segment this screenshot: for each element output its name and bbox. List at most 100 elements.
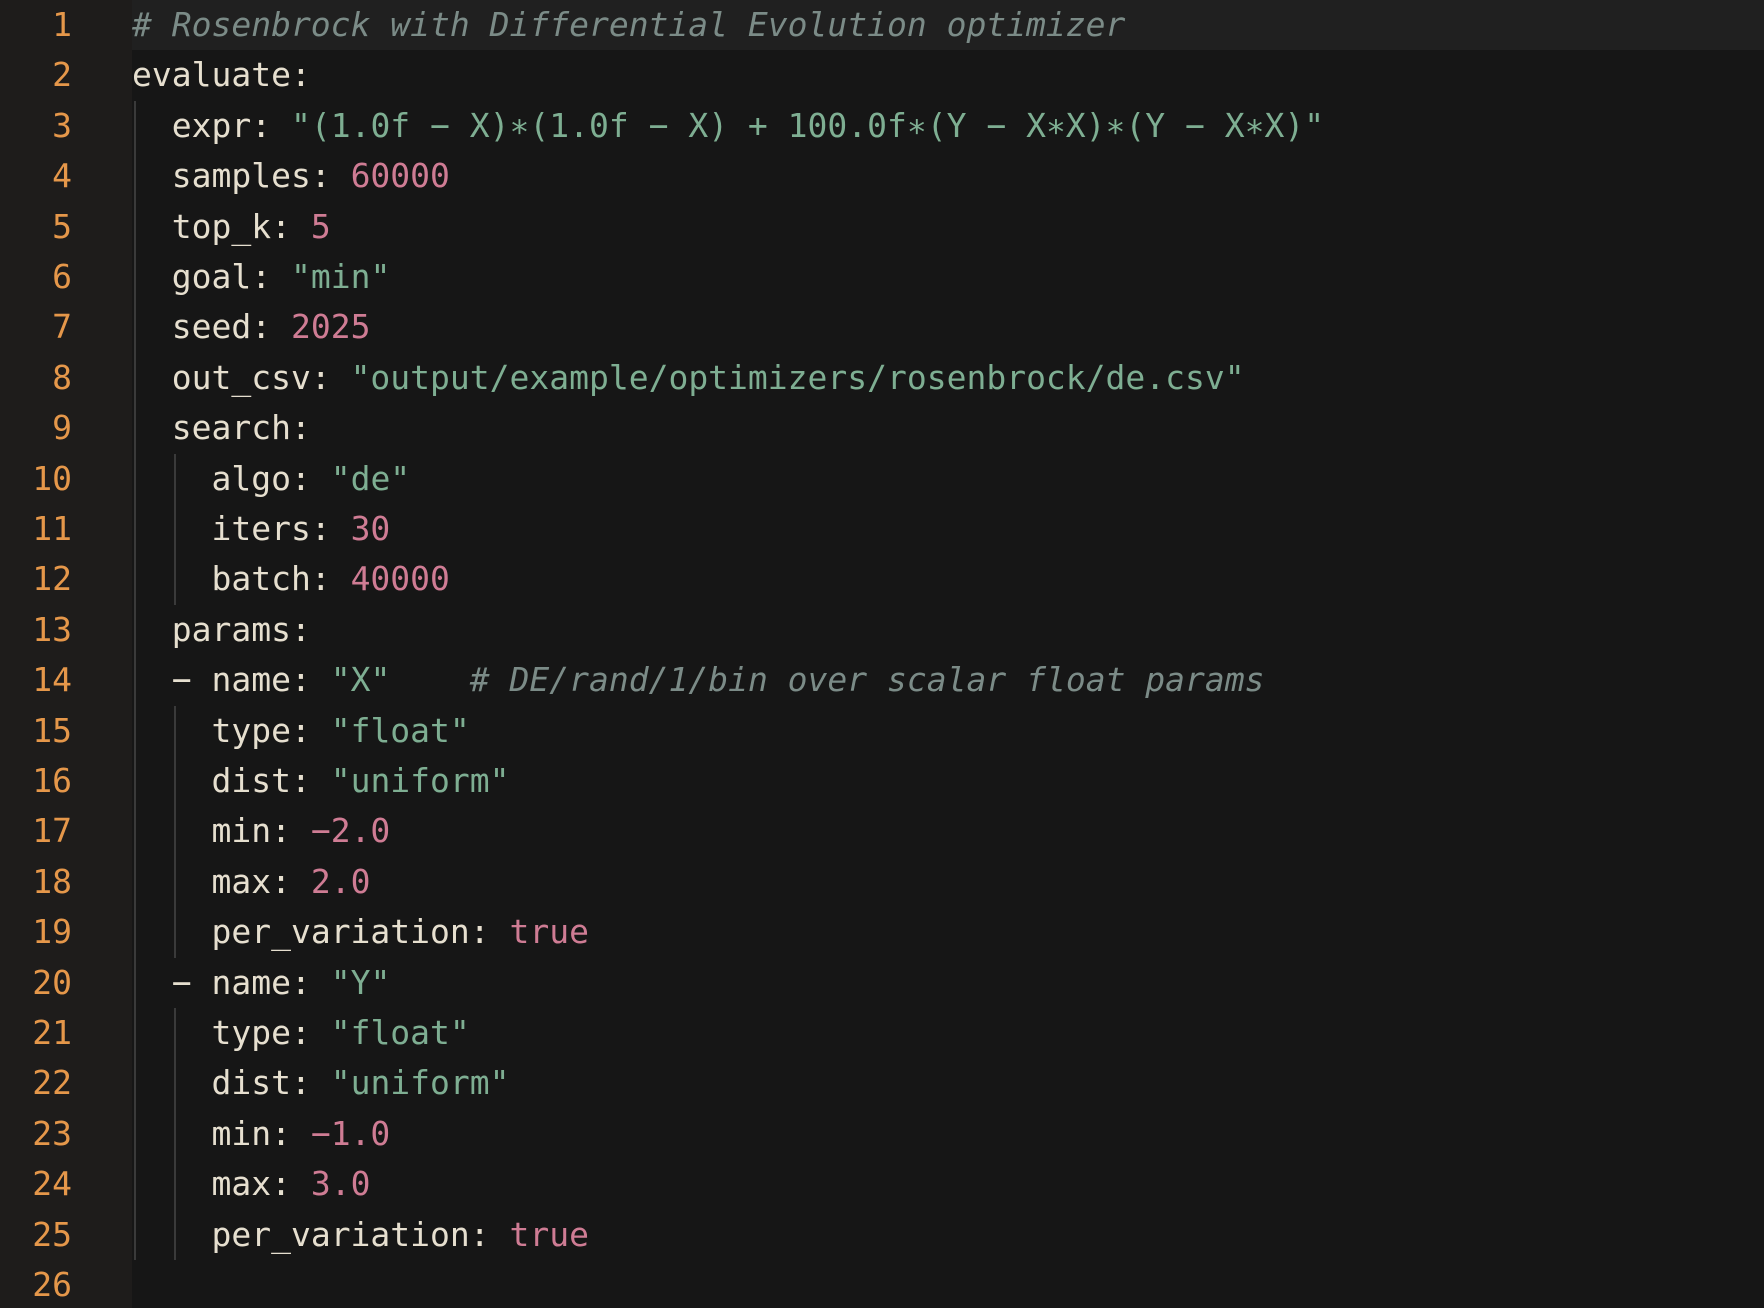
line-number: 4 [52, 156, 72, 196]
indent-guide [173, 705, 176, 958]
code-text: min: −1.0 [132, 1109, 1764, 1159]
code-line[interactable]: 20 − name: "Y" [0, 958, 1764, 1008]
token-key: max: [211, 861, 311, 901]
code-editor[interactable]: 1 # Rosenbrock with Differential Evolutio… [0, 0, 1764, 1308]
code-line[interactable]: 23 min: −1.0 [0, 1109, 1764, 1159]
token-key: seed: [171, 307, 291, 347]
line-number: 14 [32, 660, 72, 700]
token-string: "(1.0f − X)∗(1.0f − X) + 100.0f∗(Y − X∗X… [290, 105, 1325, 145]
line-number: 6 [52, 257, 72, 296]
line-number: 23 [32, 1113, 72, 1153]
code-line[interactable]: 25 per_variation: true [0, 1210, 1764, 1260]
code-text: − name: "Y" [132, 958, 1764, 1008]
token-key: algo: [211, 458, 331, 498]
token-key: dist: [211, 1063, 331, 1103]
token-key: type: [211, 1013, 331, 1052]
token-key: − name: [171, 962, 331, 1002]
code-text: dist: "uniform" [132, 756, 1764, 806]
token-key: expr: [171, 105, 291, 145]
code-line[interactable]: 9 search: [0, 403, 1764, 453]
code-line[interactable]: 10 algo: "de" [0, 454, 1764, 504]
token-string: "min" [290, 257, 391, 296]
code-line[interactable]: 16 dist: "uniform" [0, 756, 1764, 806]
line-number: 8 [52, 357, 72, 397]
code-line[interactable]: 4 samples: 60000 [0, 151, 1764, 201]
code-line[interactable]: 21 type: "float" [0, 1008, 1764, 1058]
token-key: per_variation: [211, 912, 510, 952]
line-number: 12 [32, 559, 72, 599]
code-line[interactable]: 22 dist: "uniform" [0, 1058, 1764, 1108]
code-line[interactable]: 2 evaluate: [0, 50, 1764, 100]
line-number: 17 [32, 811, 72, 851]
token-key: batch: [211, 559, 351, 599]
code-text: params: [132, 605, 1764, 655]
token-key: out_csv: [171, 357, 351, 397]
token-string: "X" [330, 660, 391, 700]
token-bool: true [509, 912, 589, 952]
token-key: evaluate: [132, 55, 311, 95]
token-key: top_k: [171, 206, 311, 246]
code-text: samples: 60000 [132, 151, 1764, 201]
line-number: 7 [52, 307, 72, 347]
code-line[interactable]: 24 max: 3.0 [0, 1159, 1764, 1209]
token-string: "de" [330, 458, 411, 498]
code-line[interactable]: 8 out_csv: "output/example/optimizers/ro… [0, 353, 1764, 403]
token-string: "output/example/optimizers/rosenbrock/de… [350, 357, 1245, 397]
code-line[interactable]: 15 type: "float" [0, 706, 1764, 756]
code-text: out_csv: "output/example/optimizers/rose… [132, 353, 1764, 403]
code-text: # Rosenbrock with Differential Evolution… [132, 0, 1764, 51]
line-number: 10 [32, 458, 72, 498]
code-text: per_variation: true [132, 907, 1764, 957]
code-line[interactable]: 18 max: 2.0 [0, 857, 1764, 907]
token-string: "float" [330, 1013, 470, 1052]
token-key: type: [211, 710, 331, 750]
line-number: 15 [32, 710, 72, 750]
line-number: 20 [32, 962, 72, 1002]
token-key: dist: [211, 761, 331, 800]
line-number: 25 [32, 1214, 72, 1254]
token-key: iters: [211, 509, 351, 548]
token-bool: true [509, 1214, 589, 1254]
token-comment: # DE/rand/1/bin over scalar float params [469, 660, 1265, 700]
code-text: search: [132, 403, 1764, 453]
line-number: 1 [52, 5, 72, 44]
code-line[interactable]: 5 top_k: 5 [0, 202, 1764, 252]
token-key: params: [171, 609, 311, 649]
token-string: "float" [330, 710, 470, 750]
code-line[interactable]: 12 batch: 40000 [0, 554, 1764, 604]
line-number: 2 [52, 55, 72, 95]
token-number: 30 [350, 509, 391, 548]
code-line[interactable]: 26 [0, 1260, 1764, 1308]
line-number: 24 [32, 1164, 72, 1204]
line-number: 19 [32, 912, 72, 952]
line-number: 21 [32, 1013, 72, 1052]
code-line[interactable]: 13 params: [0, 605, 1764, 655]
token-number: 40000 [350, 559, 450, 599]
code-text: seed: 2025 [132, 302, 1764, 352]
code-text: min: −2.0 [132, 806, 1764, 856]
code-line[interactable]: 17 min: −2.0 [0, 806, 1764, 856]
code-text: batch: 40000 [132, 554, 1764, 604]
code-line[interactable]: 1 # Rosenbrock with Differential Evolutio… [0, 0, 1764, 51]
line-number: 26 [32, 1265, 72, 1304]
token-number: 2.0 [310, 861, 371, 901]
token-number: −2.0 [310, 811, 391, 851]
line-number: 13 [32, 609, 72, 649]
token-key: − name: [171, 660, 331, 700]
token-number: 3.0 [310, 1164, 371, 1204]
code-text: top_k: 5 [132, 202, 1764, 252]
code-line[interactable]: 11 iters: 30 [0, 504, 1764, 554]
code-line[interactable]: 3 expr: "(1.0f − X)∗(1.0f − X) + 100.0f∗… [0, 101, 1764, 151]
line-number: 16 [32, 761, 72, 800]
code-line[interactable]: 7 seed: 2025 [0, 302, 1764, 352]
token-number: −1.0 [310, 1113, 391, 1153]
line-number: 22 [32, 1063, 72, 1103]
code-line[interactable]: 19 per_variation: true [0, 907, 1764, 957]
code-text: type: "float" [132, 706, 1764, 756]
token-comment: # Rosenbrock with Differential Evolution… [132, 5, 1126, 44]
code-line[interactable]: 14 − name: "X" # DE/rand/1/bin over scal… [0, 655, 1764, 705]
code-text: type: "float" [132, 1008, 1764, 1058]
token-key: search: [171, 408, 311, 448]
token-key: per_variation: [211, 1214, 510, 1254]
code-line[interactable]: 6 goal: "min" [0, 252, 1764, 302]
